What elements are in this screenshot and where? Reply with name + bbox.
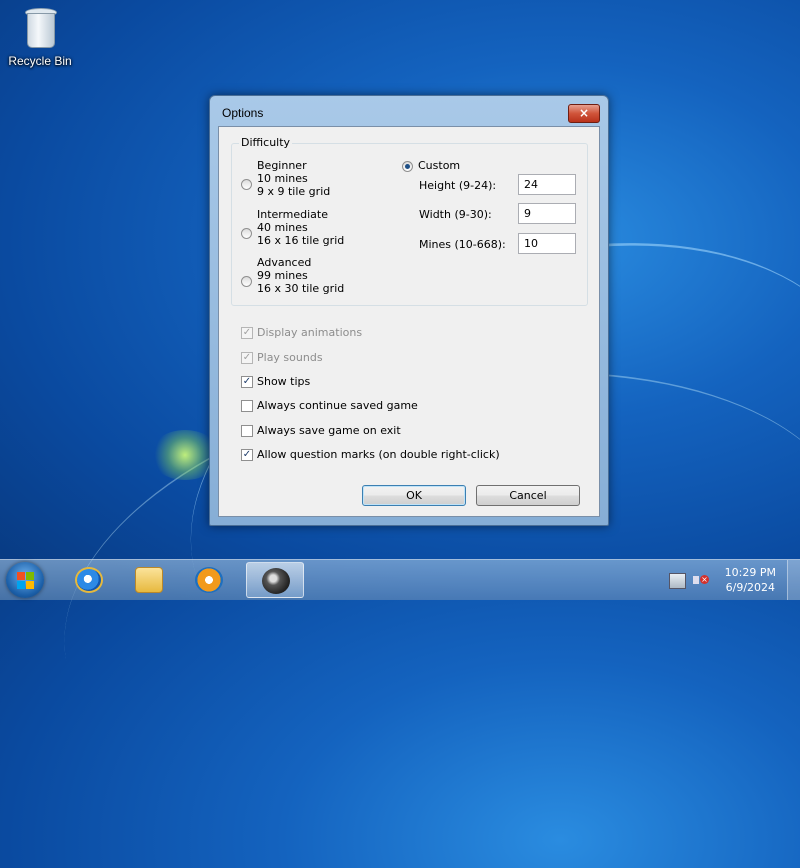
always-continue-saved-game-label: Always continue saved game [257, 399, 418, 412]
recycle-bin-icon [23, 6, 57, 48]
display-animations-label: Display animations [257, 326, 363, 339]
recycle-bin-shortcut[interactable]: Recycle Bin [4, 6, 76, 68]
mine-icon [262, 568, 290, 594]
beginner-mines: 10 mines [257, 172, 308, 185]
cancel-button[interactable]: Cancel [476, 485, 580, 506]
beginner-grid: 9 x 9 tile grid [257, 185, 331, 198]
play-sounds-label: Play sounds [257, 351, 323, 364]
clock-time: 10:29 PM [724, 566, 776, 579]
taskbar-media-player[interactable] [182, 562, 236, 598]
height-input[interactable] [518, 174, 576, 195]
width-label: Width (9-30): [419, 208, 492, 221]
always-save-game-label: Always save game on exit [257, 424, 401, 437]
intermediate-label: Intermediate [257, 208, 328, 221]
difficulty-group-title: Difficulty [239, 136, 293, 149]
clock-date: 6/9/2024 [725, 581, 776, 594]
play-sounds-checkbox[interactable]: ✓ [241, 352, 253, 364]
always-save-game-checkbox[interactable] [241, 425, 253, 437]
intermediate-option-text[interactable]: Intermediate 40 mines 16 x 16 tile grid [257, 208, 344, 247]
taskbar-windows-explorer[interactable] [122, 562, 176, 598]
beginner-label: Beginner [257, 159, 307, 172]
advanced-mines: 99 mines [257, 269, 308, 282]
advanced-option-text[interactable]: Advanced 99 mines 16 x 30 tile grid [257, 256, 344, 295]
display-animations-checkbox[interactable]: ✓ [241, 327, 253, 339]
close-button[interactable]: × [568, 104, 600, 123]
windows-logo-icon [17, 572, 25, 580]
show-tips-label: Show tips [257, 375, 311, 388]
start-button[interactable] [6, 562, 44, 598]
show-desktop-button[interactable] [787, 560, 800, 600]
allow-question-marks-checkbox[interactable]: ✓ [241, 449, 253, 461]
difficulty-group: Difficulty Beginner 10 mines 9 x 9 tile … [231, 136, 588, 306]
always-continue-saved-game-checkbox[interactable] [241, 400, 253, 412]
dialog-body: Difficulty Beginner 10 mines 9 x 9 tile … [218, 126, 600, 517]
show-tips-checkbox[interactable]: ✓ [241, 376, 253, 388]
custom-radio[interactable] [402, 161, 413, 172]
media-player-icon [195, 567, 223, 593]
beginner-radio[interactable] [241, 179, 252, 190]
folder-icon [135, 567, 163, 593]
custom-label[interactable]: Custom [418, 159, 460, 172]
intermediate-grid: 16 x 16 tile grid [257, 234, 345, 247]
intermediate-radio[interactable] [241, 228, 252, 239]
options-dialog: Options × Difficulty Beginner 10 mines 9… [209, 95, 609, 526]
width-input[interactable] [518, 203, 576, 224]
advanced-label: Advanced [257, 256, 312, 269]
height-label: Height (9-24): [419, 179, 497, 192]
taskbar-internet-explorer[interactable] [62, 562, 116, 598]
clock[interactable]: 10:29 PM 6/9/2024 [725, 565, 776, 595]
taskbar: × 10:29 PM 6/9/2024 [0, 559, 800, 600]
intermediate-mines: 40 mines [257, 221, 308, 234]
volume-muted-icon[interactable]: × [693, 573, 709, 587]
beginner-option-text[interactable]: Beginner 10 mines 9 x 9 tile grid [257, 159, 330, 198]
taskbar-minesweeper[interactable] [246, 562, 304, 598]
advanced-radio[interactable] [241, 276, 252, 287]
dialog-titlebar[interactable]: Options × [210, 96, 608, 126]
dialog-title: Options [222, 106, 264, 120]
recycle-bin-label: Recycle Bin [8, 54, 72, 68]
allow-question-marks-label: Allow question marks (on double right-cl… [257, 448, 500, 461]
mines-input[interactable] [518, 233, 576, 254]
ok-button[interactable]: OK [362, 485, 466, 506]
advanced-grid: 16 x 30 tile grid [257, 282, 345, 295]
network-icon[interactable] [669, 573, 686, 589]
internet-explorer-icon [75, 567, 103, 593]
mines-label: Mines (10-668): [419, 238, 506, 251]
